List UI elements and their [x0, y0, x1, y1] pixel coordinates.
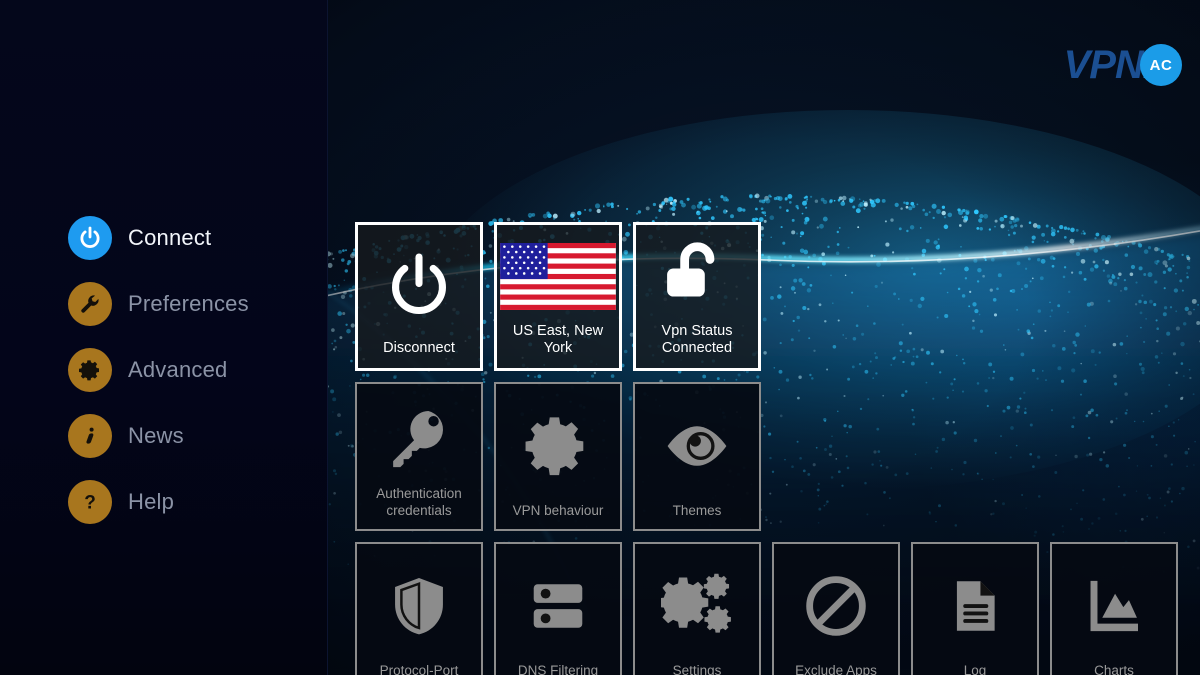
no-entry-icon: [774, 544, 898, 663]
logo-badge: AC: [1140, 44, 1182, 86]
tile-label: Protocol-Port: [379, 662, 459, 675]
vpn-ac-logo: VPN . AC: [1064, 44, 1182, 86]
sidebar-item-label: Connect: [128, 225, 212, 250]
tile-disconnect[interactable]: Disconnect: [355, 222, 483, 371]
logo-wordmark: VPN: [1063, 43, 1144, 87]
wrench-icon: [68, 282, 112, 326]
gear-icon: [496, 384, 620, 503]
unlock-icon: [636, 225, 758, 323]
info-icon: [68, 414, 112, 458]
unlock-svg: [667, 242, 715, 297]
us-flag-icon: [497, 225, 619, 323]
tile-label: Charts: [1094, 662, 1134, 675]
gear-icon: [68, 348, 112, 392]
tile-label: US East, New York: [512, 322, 604, 357]
sidebar-item-label: Help: [128, 489, 175, 514]
sidebar-item-label: Advanced: [128, 357, 228, 382]
tile-charts[interactable]: Charts: [1050, 542, 1178, 675]
tile-label: DNS Filtering: [517, 662, 599, 675]
tile-vpn-behaviour[interactable]: VPN behaviour: [494, 382, 622, 531]
power-icon: [68, 216, 112, 260]
power-icon: [358, 225, 480, 340]
tile-settings[interactable]: Settings: [633, 542, 761, 675]
tile-themes[interactable]: Themes: [633, 382, 761, 531]
tile-vpn-status[interactable]: Vpn Status Connected: [633, 222, 761, 371]
tile-server-location[interactable]: US East, New York: [494, 222, 622, 371]
sidebar-item-news[interactable]: News: [68, 403, 318, 469]
tile-protocol-port[interactable]: Protocol-Port: [355, 542, 483, 675]
area-chart-icon: [1052, 544, 1176, 663]
tile-grid: Disconnect US East, New York Vpn Status …: [355, 222, 1200, 675]
sidebar-item-help[interactable]: ? Help: [68, 469, 318, 535]
tile-row-status: Disconnect US East, New York Vpn Status …: [355, 222, 1200, 371]
sidebar-nav: Connect Preferences Advanced News ? Help: [68, 205, 318, 535]
tile-label: Log: [963, 662, 987, 675]
sidebar-item-advanced[interactable]: Advanced: [68, 337, 318, 403]
tile-exclude-apps[interactable]: Exclude Apps: [772, 542, 900, 675]
tile-log[interactable]: Log: [911, 542, 1039, 675]
tile-dns-filtering[interactable]: DNS Filtering: [494, 542, 622, 675]
tile-row-tools: Protocol-Port DNS Filtering Settings Exc…: [355, 542, 1200, 675]
tile-row-preferences: Authentication credentials VPN behaviour: [355, 382, 1200, 531]
tile-label: Settings: [672, 662, 722, 675]
shield-icon: [357, 544, 481, 663]
tile-label: Vpn Status Connected: [661, 322, 733, 357]
tile-label: Disconnect: [383, 340, 455, 357]
sidebar-item-connect[interactable]: Connect: [68, 205, 318, 271]
tile-label: VPN behaviour: [512, 502, 604, 518]
document-icon: [913, 544, 1037, 663]
tile-label: Authentication credentials: [376, 486, 462, 518]
sidebar-item-label: Preferences: [128, 291, 249, 316]
tile-authentication-credentials[interactable]: Authentication credentials: [355, 382, 483, 531]
key-icon: [357, 384, 481, 486]
server-icon: [496, 544, 620, 663]
sidebar-item-label: News: [128, 423, 184, 448]
eye-icon: [635, 384, 759, 503]
sidebar: Connect Preferences Advanced News ? Help: [0, 0, 328, 675]
svg-text:?: ?: [84, 493, 96, 514]
sidebar-item-preferences[interactable]: Preferences: [68, 271, 318, 337]
question-icon: ?: [68, 480, 112, 524]
gears-icon: [635, 544, 759, 663]
us-flag-svg: [500, 243, 616, 311]
tile-label: Themes: [672, 502, 722, 518]
vpn-client-window: Connect Preferences Advanced News ? Help…: [0, 0, 1200, 675]
tile-label: Exclude Apps: [795, 662, 877, 675]
